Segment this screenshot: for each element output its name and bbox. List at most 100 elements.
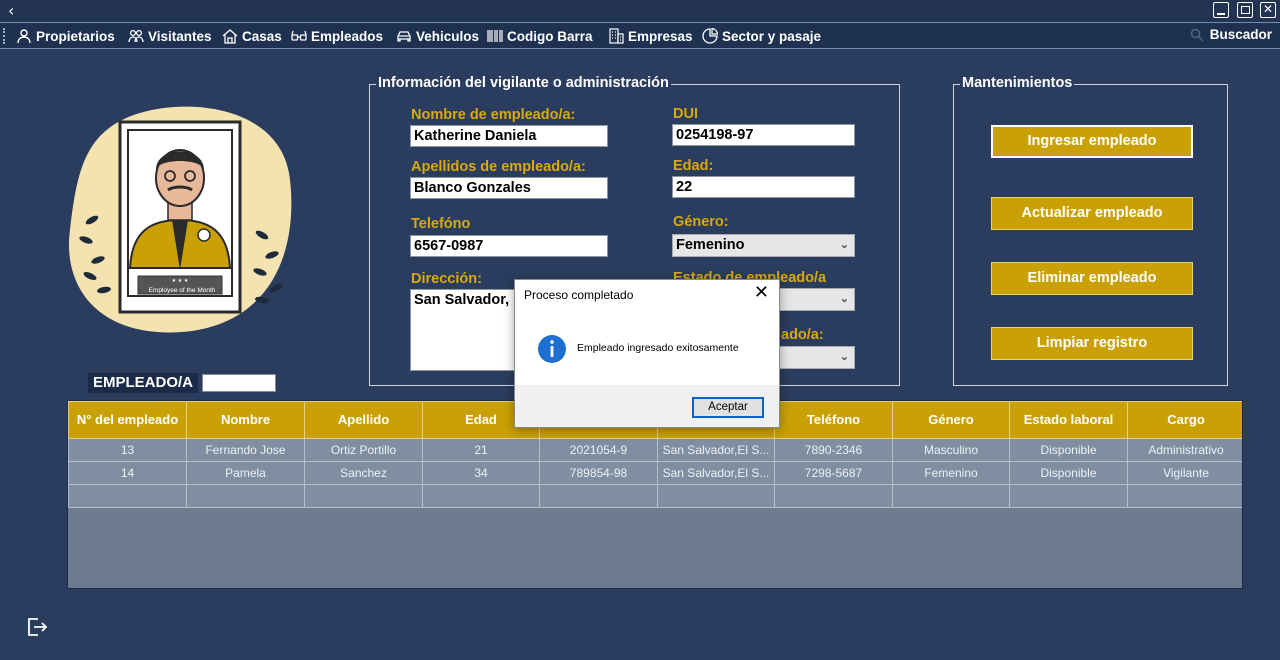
table-cell[interactable]: Vigilante bbox=[1127, 461, 1242, 485]
column-header[interactable]: Cargo bbox=[1127, 401, 1242, 439]
genero-select[interactable]: Femenino ⌄ bbox=[672, 234, 855, 257]
table-cell[interactable] bbox=[68, 484, 187, 508]
table-cell[interactable]: Disponible bbox=[1009, 461, 1128, 485]
menu-sector-pasaje[interactable]: Sector y pasaje bbox=[702, 27, 821, 45]
chevron-down-icon: ⌄ bbox=[839, 293, 849, 305]
nombre-input[interactable]: Katherine Daniela bbox=[410, 125, 608, 147]
column-header[interactable]: Género bbox=[892, 401, 1010, 439]
menu-visitantes[interactable]: Visitantes bbox=[128, 27, 212, 45]
telefono-input[interactable]: 6567-0987 bbox=[410, 235, 608, 257]
title-bar: ‹ ✕ bbox=[0, 0, 1280, 22]
table-cell[interactable]: 14 bbox=[68, 461, 187, 485]
table-cell[interactable] bbox=[1009, 484, 1128, 508]
column-header[interactable]: Teléfono bbox=[774, 401, 893, 439]
menu-label: Vehiculos bbox=[416, 28, 480, 44]
actualizar-empleado-button[interactable]: Actualizar empleado bbox=[991, 197, 1193, 230]
menu-empresas[interactable]: Empresas bbox=[608, 27, 693, 45]
house-icon bbox=[222, 29, 238, 44]
people-icon bbox=[128, 29, 144, 43]
table-cell[interactable] bbox=[539, 484, 658, 508]
apellidos-input[interactable]: Blanco Gonzales bbox=[410, 177, 608, 199]
table-cell[interactable]: 7298-5687 bbox=[774, 461, 893, 485]
table-cell[interactable] bbox=[657, 484, 775, 508]
eliminar-empleado-button[interactable]: Eliminar empleado bbox=[991, 262, 1193, 295]
minimize-icon[interactable] bbox=[1213, 2, 1229, 18]
table-cell[interactable]: Administrativo bbox=[1127, 438, 1242, 462]
table-cell[interactable]: Fernando Jose bbox=[186, 438, 305, 462]
search-button[interactable]: Buscador bbox=[1190, 27, 1272, 42]
menu-propietarios[interactable]: Propietarios bbox=[16, 27, 115, 45]
table-cell[interactable]: 7890-2346 bbox=[774, 438, 893, 462]
menu-label: Propietarios bbox=[36, 28, 115, 44]
table-cell[interactable]: Femenino bbox=[892, 461, 1010, 485]
table-row[interactable] bbox=[68, 484, 1242, 508]
close-icon[interactable]: ✕ bbox=[1260, 2, 1276, 18]
employee-id-field[interactable] bbox=[202, 374, 276, 392]
menu-codigo-barra[interactable]: Codigo Barra bbox=[487, 27, 593, 45]
menu-empleados[interactable]: Empleados bbox=[291, 27, 383, 45]
column-header[interactable]: N° del empleado bbox=[68, 401, 187, 439]
table-cell[interactable] bbox=[1127, 484, 1242, 508]
menu-label: Empresas bbox=[628, 28, 693, 44]
column-header[interactable]: Apellido bbox=[304, 401, 423, 439]
table-cell[interactable] bbox=[892, 484, 1010, 508]
table-row[interactable]: 13 Fernando Jose Ortiz Portillo 21 20210… bbox=[68, 438, 1242, 462]
barcode-icon bbox=[487, 30, 503, 42]
search-label: Buscador bbox=[1209, 27, 1272, 42]
back-arrow-icon[interactable]: ‹ bbox=[8, 1, 14, 20]
table-cell[interactable]: Masculino bbox=[892, 438, 1010, 462]
table-cell[interactable] bbox=[186, 484, 305, 508]
logout-icon[interactable] bbox=[26, 616, 48, 638]
table-cell[interactable]: 13 bbox=[68, 438, 187, 462]
search-icon bbox=[1190, 28, 1204, 42]
table-cell[interactable] bbox=[774, 484, 893, 508]
maintenance-legend: Mantenimientos bbox=[960, 75, 1075, 91]
table-cell[interactable]: Ortiz Portillo bbox=[304, 438, 423, 462]
person-icon bbox=[17, 29, 31, 44]
aceptar-button[interactable]: Aceptar bbox=[692, 397, 764, 418]
pie-icon bbox=[702, 28, 718, 44]
edad-input[interactable]: 22 bbox=[672, 176, 855, 198]
direccion-label: Dirección: bbox=[411, 271, 482, 287]
limpiar-registro-button[interactable]: Limpiar registro bbox=[991, 327, 1193, 360]
table-cell[interactable] bbox=[304, 484, 423, 508]
table-cell[interactable]: 2021054-9 bbox=[539, 438, 658, 462]
employee-of-the-month-illustration: ★ ★ ★ bbox=[68, 106, 292, 333]
dui-label: DUI bbox=[673, 106, 698, 122]
table-cell[interactable]: Sanchez bbox=[304, 461, 423, 485]
table-cell[interactable] bbox=[422, 484, 540, 508]
table-cell[interactable]: 34 bbox=[422, 461, 540, 485]
apellidos-label: Apellidos de empleado/a: bbox=[411, 159, 586, 175]
table-cell[interactable]: 21 bbox=[422, 438, 540, 462]
dui-input[interactable]: 0254198-97 bbox=[672, 124, 855, 146]
menu-label: Empleados bbox=[311, 28, 384, 44]
table-cell[interactable]: Disponible bbox=[1009, 438, 1128, 462]
edad-label: Edad: bbox=[673, 158, 714, 174]
menu-label: Casas bbox=[242, 28, 282, 44]
menu-label: Codigo Barra bbox=[507, 28, 593, 44]
employees-table[interactable]: N° del empleado Nombre Apellido Edad DUI… bbox=[67, 400, 1243, 589]
illustration-caption: Employee of the Month bbox=[148, 287, 216, 294]
menu-vehiculos[interactable]: Vehiculos bbox=[396, 27, 479, 45]
ingresar-empleado-button[interactable]: Ingresar empleado bbox=[991, 125, 1193, 158]
telefono-label: Telefóno bbox=[411, 216, 471, 232]
table-cell[interactable]: Pamela bbox=[186, 461, 305, 485]
dialog-close-icon[interactable]: ✕ bbox=[754, 284, 769, 302]
glasses-icon bbox=[291, 30, 307, 41]
info-icon bbox=[538, 335, 566, 363]
maximize-icon[interactable] bbox=[1237, 2, 1253, 18]
table-cell[interactable]: San Salvador,El S... bbox=[657, 438, 775, 462]
chevron-down-icon: ⌄ bbox=[839, 239, 849, 251]
table-cell[interactable]: 789854-98 bbox=[539, 461, 658, 485]
dialog-message: Empleado ingresado exitosamente bbox=[577, 342, 739, 354]
column-header[interactable]: Nombre bbox=[186, 401, 305, 439]
column-header[interactable]: Estado laboral bbox=[1009, 401, 1128, 439]
svg-text:★ ★ ★: ★ ★ ★ bbox=[172, 278, 189, 284]
table-row[interactable]: 14 Pamela Sanchez 34 789854-98 San Salva… bbox=[68, 461, 1242, 485]
menu-casas[interactable]: Casas bbox=[222, 27, 282, 45]
genero-label: Género: bbox=[673, 214, 729, 230]
chevron-down-icon: ⌄ bbox=[839, 351, 849, 363]
toolbar-grip[interactable] bbox=[3, 28, 6, 44]
table-cell[interactable]: San Salvador,El S... bbox=[657, 461, 775, 485]
menu-label: Visitantes bbox=[148, 28, 212, 44]
